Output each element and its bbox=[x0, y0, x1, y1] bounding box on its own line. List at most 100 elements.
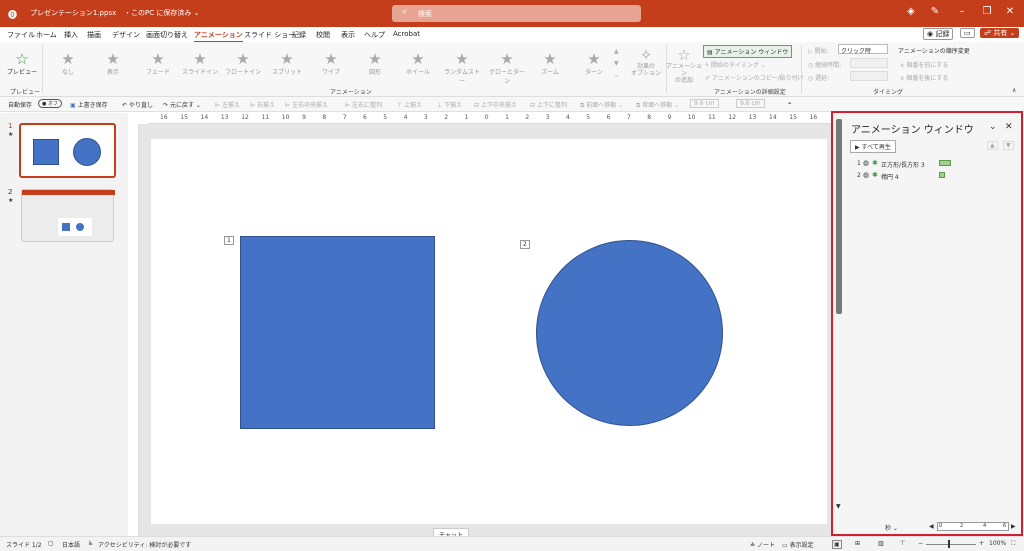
move-down-button[interactable]: ▼ bbox=[1003, 141, 1014, 150]
gallery-scroll-up[interactable]: ▲ bbox=[614, 48, 619, 55]
square-shape[interactable] bbox=[240, 236, 435, 429]
move-up-button[interactable]: ▲ bbox=[987, 141, 998, 150]
align-middle[interactable]: ⊟ 上下中央揃え bbox=[474, 100, 517, 109]
gallery-more[interactable]: ⌄ bbox=[614, 72, 619, 79]
effect-wipe[interactable]: ★ ワイプ bbox=[311, 51, 351, 76]
slide-sorter-icon[interactable]: ⊞ bbox=[855, 540, 860, 547]
diamond-icon[interactable]: ◈ bbox=[904, 6, 918, 17]
effect-split[interactable]: ★ スプリット bbox=[267, 51, 307, 76]
zoom-slider[interactable] bbox=[926, 544, 976, 545]
pen-icon[interactable]: ✎ bbox=[928, 6, 942, 17]
tab-draw[interactable]: 描画 bbox=[87, 30, 101, 40]
send-backward[interactable]: ⧉ 背面へ移動 ⌄ bbox=[636, 100, 679, 110]
height-input[interactable]: 9.6 cm bbox=[736, 99, 765, 108]
effect-grow-turn[interactable]: ★ グローとターン bbox=[487, 51, 527, 85]
tab-record[interactable]: 記録 bbox=[292, 30, 306, 40]
tab-slideshow[interactable]: スライド ショー bbox=[244, 30, 295, 40]
add-animation-button[interactable]: ☆ アニメーション の追加 bbox=[664, 47, 704, 84]
tab-review[interactable]: 校閲 bbox=[316, 30, 330, 40]
pane-scrollbar[interactable] bbox=[836, 119, 842, 314]
effect-wheel[interactable]: ★ ホイール bbox=[398, 51, 438, 76]
distribute-v[interactable]: ⊟ 上下に整列 bbox=[530, 100, 567, 109]
close-icon[interactable]: ✕ bbox=[1005, 122, 1013, 132]
autosave-toggle[interactable]: ● オフ bbox=[38, 99, 62, 108]
display-settings-button[interactable]: ▭ 表示設定 bbox=[782, 540, 814, 549]
effect-zoom[interactable]: ★ ズーム bbox=[530, 51, 570, 76]
comment-icon[interactable]: ▭ bbox=[960, 28, 975, 38]
animation-pane-button[interactable]: ▤ アニメーション ウィンドウ bbox=[703, 45, 793, 58]
animation-painter-button[interactable]: ✐ アニメーションのコピー/貼り付け bbox=[705, 73, 804, 82]
slide-thumbnail-2[interactable] bbox=[21, 189, 115, 242]
gallery-scroll-down[interactable]: ▼ bbox=[614, 60, 619, 67]
delay-input[interactable] bbox=[850, 71, 888, 81]
width-input[interactable]: 9.6 cm bbox=[690, 99, 719, 108]
undo-button[interactable]: ↶ やり直し bbox=[122, 100, 153, 109]
customize-qat-icon[interactable]: ⩡ bbox=[788, 100, 791, 108]
tab-acrobat[interactable]: Acrobat bbox=[393, 30, 420, 38]
slideshow-icon[interactable]: ⊤ bbox=[900, 540, 905, 547]
tab-view[interactable]: 表示 bbox=[341, 30, 355, 40]
timeline-bar[interactable] bbox=[939, 172, 945, 178]
effect-float-in[interactable]: ★ フロートイン bbox=[223, 51, 263, 76]
slide-1-editor[interactable]: 1 2 bbox=[151, 139, 827, 524]
timeline-scroll-right[interactable]: ▶ bbox=[1011, 523, 1016, 530]
zoom-slider-thumb[interactable] bbox=[948, 540, 950, 548]
circle-shape[interactable] bbox=[536, 240, 723, 426]
move-earlier-button[interactable]: ∧ 順番を前にする bbox=[900, 60, 948, 69]
seconds-dropdown[interactable]: 秒 ⌄ bbox=[885, 523, 898, 532]
search-box[interactable]: ⌕ 検索 bbox=[392, 5, 641, 22]
save-button[interactable]: ▣ 上書き保存 bbox=[70, 100, 108, 109]
accessibility-status[interactable]: アクセシビリティ: 検討が必要です bbox=[98, 540, 191, 549]
effect-swivel[interactable]: ★ ターン bbox=[574, 51, 614, 76]
tab-insert[interactable]: 挿入 bbox=[64, 30, 78, 40]
minimize-button[interactable]: – bbox=[955, 6, 969, 17]
normal-view-icon[interactable]: ▣ bbox=[832, 540, 842, 549]
tab-help[interactable]: ヘルプ bbox=[364, 30, 385, 40]
start-dropdown[interactable]: クリック時 bbox=[838, 44, 888, 55]
effect-fly-in[interactable]: ★ スライドイン bbox=[180, 51, 220, 76]
fit-to-window-icon[interactable]: ⛶ bbox=[1011, 540, 1015, 548]
chevron-down-icon[interactable]: ⌄ bbox=[989, 122, 997, 132]
timeline-scroll-left[interactable]: ◀ bbox=[929, 523, 934, 530]
align-left[interactable]: ⊫ 左揃え bbox=[215, 100, 240, 109]
tab-transitions[interactable]: 画面切り替え bbox=[146, 30, 188, 40]
redo-button[interactable]: ↷ 元に戻す ⌄ bbox=[163, 100, 201, 109]
tab-home[interactable]: ホーム bbox=[36, 30, 57, 40]
reading-view-icon[interactable]: ▥ bbox=[878, 540, 884, 547]
collapse-ribbon-icon[interactable]: ∧ bbox=[1012, 87, 1016, 94]
effect-appear[interactable]: ★ 表示 bbox=[93, 51, 133, 76]
distribute-h[interactable]: ⊫ 左右に整列 bbox=[345, 100, 382, 109]
animation-item-1[interactable]: 1 ◍ ✱ 正方形/長方形 3 bbox=[857, 159, 997, 169]
effect-fade[interactable]: ★ フェード bbox=[138, 51, 178, 76]
slide-thumbnail-1[interactable] bbox=[19, 123, 116, 178]
effect-shape[interactable]: ★ 図形 bbox=[355, 51, 395, 76]
effect-random-bars[interactable]: ★ ランダムストー bbox=[442, 51, 482, 85]
zoom-level[interactable]: 100% bbox=[989, 540, 1006, 547]
tab-design[interactable]: デザイン bbox=[112, 30, 140, 40]
close-button[interactable]: ✕ bbox=[1003, 6, 1017, 17]
language[interactable]: 日本語 bbox=[62, 540, 80, 549]
record-button[interactable]: ◉ 記録 bbox=[923, 28, 954, 40]
restore-button[interactable]: ❐ bbox=[980, 6, 994, 17]
zoom-in-button[interactable]: + bbox=[979, 540, 984, 547]
tab-file[interactable]: ファイル bbox=[7, 30, 35, 40]
effect-none[interactable]: ★ なし bbox=[48, 51, 88, 76]
trigger-button[interactable]: ϟ 開始のタイミング ⌄ bbox=[705, 60, 766, 69]
notes-button[interactable]: ≙ ノート bbox=[750, 540, 775, 549]
save-status[interactable]: ・このPC に保存済み ⌄ bbox=[124, 8, 199, 18]
move-later-button[interactable]: ∨ 順番を後にする bbox=[900, 73, 948, 82]
align-center[interactable]: ⊫ 左右中央揃え bbox=[285, 100, 328, 109]
bring-forward[interactable]: ⧉ 前面へ移動 ⌄ bbox=[580, 100, 623, 110]
align-top[interactable]: ⊤ 上揃え bbox=[397, 100, 422, 109]
effect-options-button[interactable]: ✧ 効果の オプション bbox=[626, 47, 666, 77]
timeline-bar[interactable] bbox=[939, 160, 951, 166]
duration-input[interactable] bbox=[850, 58, 888, 68]
play-all-button[interactable]: ▶ すべて再生 bbox=[850, 140, 896, 153]
pane-scroll-down[interactable]: ▼ bbox=[836, 503, 841, 510]
align-right[interactable]: ⊫ 右揃え bbox=[250, 100, 275, 109]
animation-item-2[interactable]: 2 ◍ ✱ 楕円 4 bbox=[857, 171, 997, 181]
zoom-out-button[interactable]: − bbox=[918, 540, 923, 547]
preview-button[interactable]: ☆ プレビュー bbox=[2, 51, 42, 76]
share-button[interactable]: ☍ 共有 ⌄ bbox=[980, 28, 1020, 38]
align-bottom[interactable]: ⊥ 下揃え bbox=[437, 100, 462, 109]
